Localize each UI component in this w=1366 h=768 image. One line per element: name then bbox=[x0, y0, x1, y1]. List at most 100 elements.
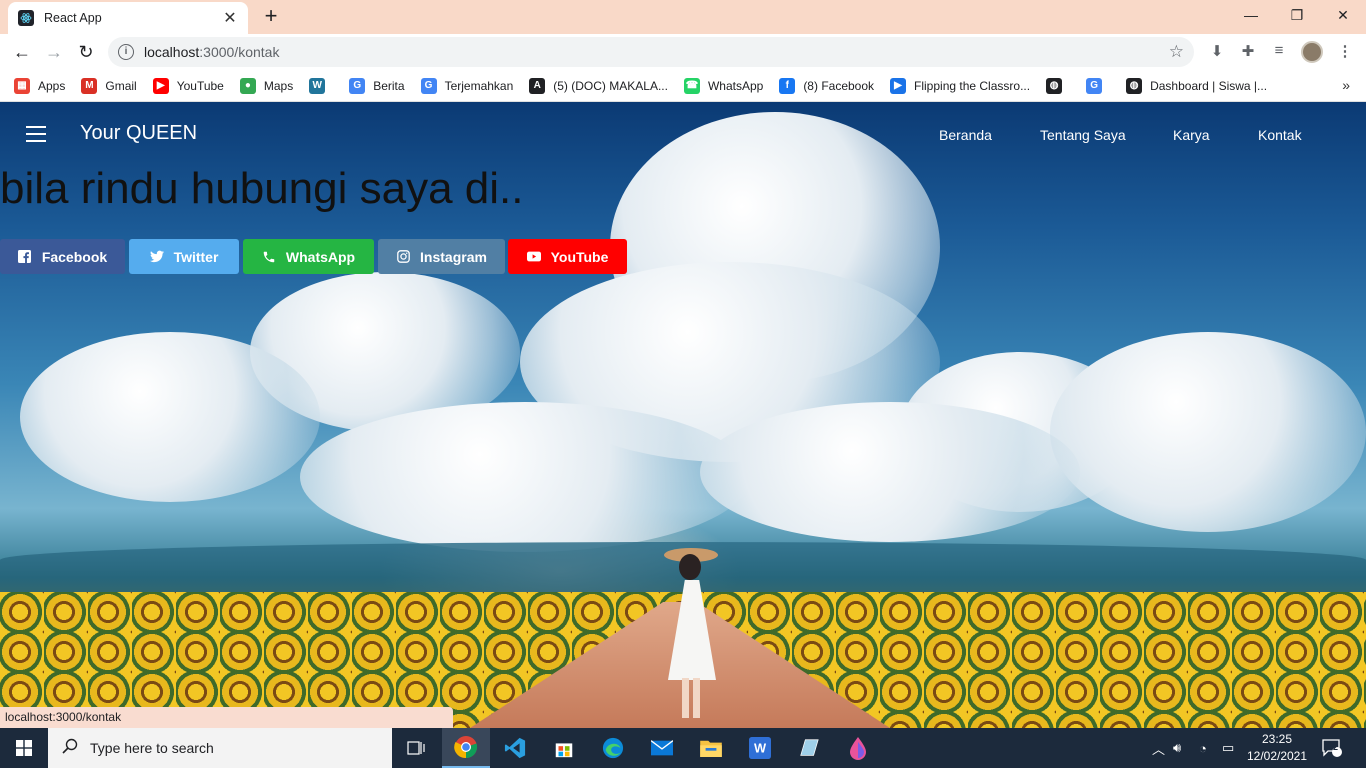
bookmark-item[interactable]: M Gmail bbox=[81, 77, 137, 94]
svg-text:W: W bbox=[754, 741, 767, 756]
bookmark-item[interactable]: ◍ Dashboard | Siswa |... bbox=[1126, 77, 1268, 94]
nav-link-kontak[interactable]: Kontak bbox=[1258, 127, 1302, 143]
media-queue-icon[interactable]: ≡ bbox=[1268, 42, 1290, 62]
download-icon[interactable]: ⬇ bbox=[1206, 42, 1228, 62]
bookmarks-bar: ▦ Apps M Gmail ▶ YouTube ● Maps W G Berita G Terjema… bbox=[0, 70, 1366, 102]
bookmark-item[interactable]: A (5) (DOC) MAKALA... bbox=[529, 77, 668, 94]
site-navbar: Your QUEEN Beranda Tentang Saya Karya Ko… bbox=[0, 102, 1366, 166]
extensions-puzzle-icon[interactable]: ✚ bbox=[1237, 42, 1259, 62]
taskbar-clock[interactable]: 23:25 12/02/2021 bbox=[1242, 731, 1312, 765]
edge-icon[interactable] bbox=[589, 728, 637, 768]
facebook-button[interactable]: Facebook bbox=[0, 239, 125, 274]
menu-kebab-icon[interactable]: ⋮ bbox=[1334, 42, 1356, 62]
google-icon: G bbox=[1086, 77, 1103, 94]
bookmark-label: YouTube bbox=[176, 78, 224, 93]
instagram-icon bbox=[396, 250, 410, 264]
mail-icon[interactable] bbox=[638, 728, 686, 768]
search-placeholder: Type here to search bbox=[90, 740, 214, 756]
windows-start-icon[interactable] bbox=[0, 728, 48, 768]
reload-icon[interactable]: ↻ bbox=[72, 39, 100, 65]
bookmark-label: (5) (DOC) MAKALA... bbox=[553, 78, 668, 93]
bookmark-item[interactable]: G Terjemahkan bbox=[420, 77, 514, 94]
nav-link-beranda[interactable]: Beranda bbox=[939, 127, 992, 143]
notes-app-icon[interactable] bbox=[785, 728, 833, 768]
twitter-button[interactable]: Twitter bbox=[129, 239, 239, 274]
volume-icon[interactable]: 🔊︎ bbox=[1173, 728, 1181, 768]
search-icon bbox=[62, 738, 78, 759]
video-play-icon: ▶ bbox=[890, 77, 907, 94]
react-icon bbox=[18, 10, 34, 26]
bookmark-item[interactable]: G Berita bbox=[349, 77, 405, 94]
instagram-button-label: Instagram bbox=[420, 248, 487, 265]
facebook-button-label: Facebook bbox=[41, 248, 108, 265]
address-bar[interactable]: i localhost:3000/kontak ☆ bbox=[108, 37, 1194, 67]
more-bookmarks-icon[interactable]: » bbox=[1342, 77, 1350, 93]
bookmark-item[interactable]: ▶ YouTube bbox=[152, 77, 224, 94]
whatsapp-button[interactable]: WhatsApp bbox=[243, 239, 374, 274]
bookmark-item[interactable]: ◍ bbox=[1046, 77, 1070, 94]
taskbar-search-input[interactable]: Type here to search bbox=[48, 728, 392, 768]
cloud-shape bbox=[700, 402, 1080, 542]
wps-writer-icon[interactable]: W bbox=[736, 728, 784, 768]
globe-icon: ◍ bbox=[1046, 77, 1063, 94]
tab-react-app[interactable]: React App ✕ bbox=[8, 2, 248, 34]
wifi-icon[interactable]: ◔ bbox=[1199, 728, 1207, 768]
url-text: localhost:3000/kontak bbox=[144, 44, 280, 60]
page-heading: bila rindu hubungi saya di.. bbox=[0, 164, 524, 213]
restore-icon[interactable]: ❐ bbox=[1274, 0, 1320, 30]
google-translate-icon: G bbox=[420, 77, 437, 94]
wordpress-icon: W bbox=[309, 77, 326, 94]
show-hidden-icons-chevron-icon[interactable]: ︿ bbox=[1152, 728, 1165, 768]
cloud-shape bbox=[1050, 332, 1366, 532]
bookmark-item[interactable]: f (8) Facebook bbox=[779, 77, 874, 94]
vscode-icon[interactable] bbox=[491, 728, 539, 768]
apps-grid-icon: ▦ bbox=[14, 77, 30, 94]
bookmark-label: Maps bbox=[263, 78, 294, 93]
task-view-icon[interactable] bbox=[392, 728, 440, 768]
maps-icon: ● bbox=[239, 77, 256, 94]
bookmark-item[interactable]: ▦ Apps bbox=[14, 77, 66, 94]
bookmark-item[interactable]: W bbox=[309, 77, 333, 94]
cloud-shape bbox=[20, 332, 320, 502]
close-window-icon[interactable]: ✕ bbox=[1320, 0, 1366, 30]
bookmark-item[interactable]: ● Maps bbox=[239, 77, 294, 94]
info-icon[interactable]: i bbox=[118, 44, 134, 60]
bookmark-label: Berita bbox=[373, 78, 405, 93]
microsoft-store-icon[interactable] bbox=[540, 728, 588, 768]
chrome-icon[interactable] bbox=[442, 728, 490, 768]
facebook-icon: f bbox=[779, 77, 796, 94]
close-tab-icon[interactable]: ✕ bbox=[222, 8, 238, 28]
nav-link-karya[interactable]: Karya bbox=[1173, 127, 1210, 143]
forward-arrow-icon[interactable]: → bbox=[40, 39, 68, 65]
youtube-icon: ▶ bbox=[152, 77, 169, 94]
minimize-icon[interactable]: — bbox=[1228, 0, 1274, 30]
twitter-icon bbox=[149, 250, 164, 264]
facebook-icon bbox=[18, 250, 32, 264]
bookmark-item[interactable]: ☎ WhatsApp bbox=[683, 77, 763, 94]
profile-avatar[interactable] bbox=[1301, 41, 1323, 63]
bookmark-label: Dashboard | Siswa |... bbox=[1150, 78, 1268, 93]
page-content: Your QUEEN Beranda Tentang Saya Karya Ko… bbox=[0, 102, 1366, 728]
bookmark-star-icon[interactable]: ☆ bbox=[1169, 42, 1184, 62]
notification-count-badge: 2 bbox=[1333, 742, 1339, 752]
notification-center-icon[interactable]: 2 bbox=[1322, 728, 1342, 768]
new-tab-button[interactable]: + bbox=[258, 4, 284, 30]
battery-icon[interactable]: ▭ bbox=[1222, 728, 1234, 768]
back-arrow-icon[interactable]: ← bbox=[8, 39, 36, 65]
site-brand[interactable]: Your QUEEN bbox=[80, 122, 197, 145]
bookmark-label: Apps bbox=[38, 78, 66, 93]
tab-title: React App bbox=[44, 11, 102, 25]
clock-time: 23:25 bbox=[1261, 732, 1293, 746]
windows-taskbar: Type here to search W ︿ 🔊︎ ◔ ▭ 23:25 12/… bbox=[0, 728, 1366, 768]
bookmark-item[interactable]: G bbox=[1086, 77, 1110, 94]
bookmark-item[interactable]: ▶ Flipping the Classro... bbox=[890, 77, 1030, 94]
browser-toolbar: ← → ↻ i localhost:3000/kontak ☆ ⬇ ✚ ≡ ⋮ bbox=[0, 34, 1366, 70]
paint-drop-icon[interactable] bbox=[834, 728, 882, 768]
hamburger-menu-icon[interactable] bbox=[26, 126, 46, 142]
file-explorer-icon[interactable] bbox=[687, 728, 735, 768]
youtube-button[interactable]: YouTube bbox=[508, 239, 627, 274]
nav-link-tentang-saya[interactable]: Tentang Saya bbox=[1040, 127, 1126, 143]
status-bar-url: localhost:3000/kontak bbox=[0, 707, 453, 728]
instagram-button[interactable]: Instagram bbox=[378, 239, 505, 274]
bookmark-label: Terjemahkan bbox=[444, 78, 514, 93]
